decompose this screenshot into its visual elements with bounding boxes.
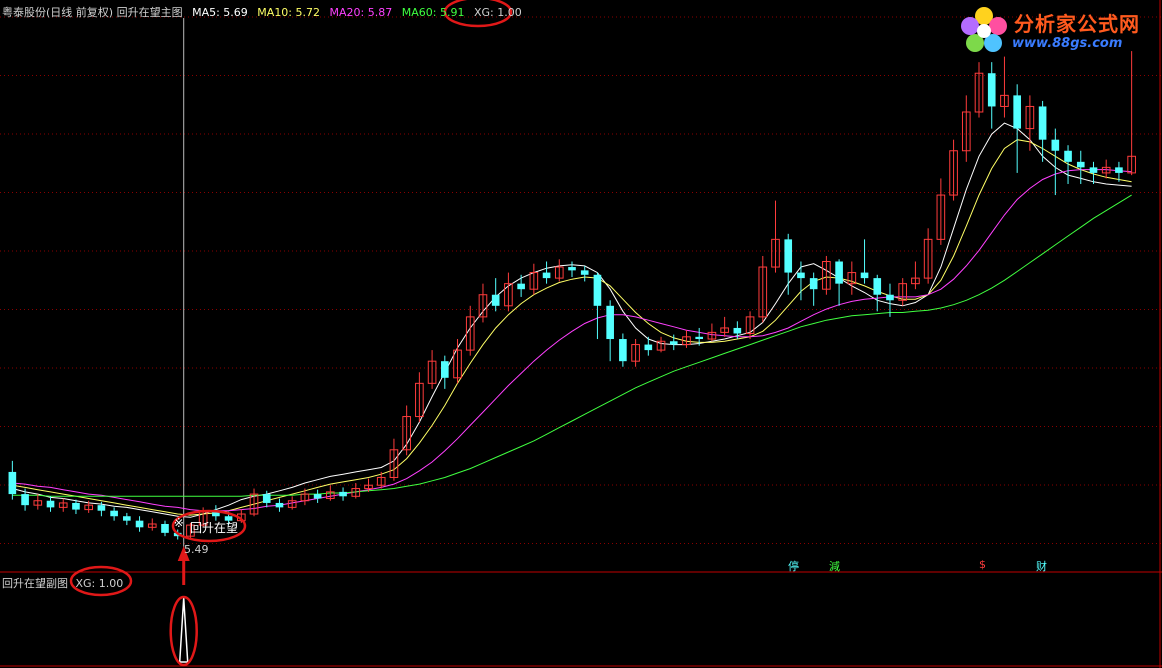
candle-body-down <box>987 73 996 107</box>
candle-body-down <box>97 505 106 511</box>
ma10-value: MA10: 5.72 <box>257 6 321 19</box>
ma-line-ma60 <box>12 194 1132 497</box>
candle-body-down <box>1115 167 1123 173</box>
stop-marker: 停 <box>788 560 799 573</box>
candle-body-down <box>339 491 347 497</box>
chart-title: 粤泰股份(日线 前复权) 回升在望主图 <box>2 6 183 19</box>
candle-body-down <box>568 267 576 271</box>
sub-xg-value: XG: 1.00 <box>75 577 124 590</box>
candle-body-down <box>491 294 500 306</box>
candle-body-down <box>1013 95 1021 129</box>
candle-body-down <box>644 344 653 351</box>
xg-value: XG: 1.00 <box>473 6 522 19</box>
candle-body-down <box>313 494 322 499</box>
candle-body-down <box>669 341 678 345</box>
sub-chart-title: 回升在望副图 <box>2 577 68 590</box>
site-logo: 分析家公式网 www.88gs.com <box>956 4 1156 56</box>
candle-body-down <box>72 502 80 510</box>
wealth-marker: 财 <box>1036 560 1047 573</box>
candle-body-down <box>1051 139 1060 151</box>
signal-label: 回升在望 <box>190 521 239 535</box>
candle-body-down <box>1076 161 1085 168</box>
ma60-value: MA60: 5.91 <box>401 6 465 19</box>
candle-body-down <box>733 327 742 334</box>
candle-body-down <box>440 361 449 378</box>
candle-body-down <box>1064 150 1072 162</box>
annotations: ※ <box>69 0 513 667</box>
candle-body-down <box>262 494 271 503</box>
candle-body-down <box>1038 106 1047 140</box>
candle-body-down <box>8 471 17 495</box>
xg-signal-spike <box>178 597 189 663</box>
candle-body-down <box>580 270 589 275</box>
candle-body-down <box>21 494 29 506</box>
reduce-marker: 減 <box>829 560 840 573</box>
kline-chart[interactable]: ※ <box>0 0 1162 668</box>
price-grid <box>0 0 1162 668</box>
candle-body-down <box>860 272 869 279</box>
low-price-label: 5.49 <box>184 543 209 556</box>
signal-star-icon: ※ <box>174 516 184 530</box>
candle-body-down <box>886 294 894 301</box>
candle-body-down <box>135 520 144 528</box>
candle-body-down <box>593 274 602 306</box>
candle-body-down <box>835 261 843 284</box>
candle-body-down <box>123 516 131 521</box>
ma-line-ma5 <box>12 122 1132 518</box>
candle-body-down <box>275 502 284 508</box>
candle-body-down <box>1089 167 1098 173</box>
ma20-value: MA20: 5.87 <box>329 6 393 19</box>
ma5-value: MA5: 5.69 <box>192 6 248 19</box>
candle-body-down <box>606 305 614 340</box>
flower-logo-icon <box>961 7 1007 52</box>
candle-body-down <box>809 278 818 290</box>
candle-body-down <box>517 283 525 290</box>
candle-body-down <box>110 510 118 517</box>
dollar-marker: $ <box>979 558 986 571</box>
candle-body-down <box>797 272 805 279</box>
candlestick-series <box>8 51 1136 540</box>
ma-line-ma20 <box>12 169 1132 512</box>
logo-text: 分析家公式网 <box>1014 12 1140 36</box>
candle-body-down <box>542 272 551 279</box>
candle-body-down <box>695 336 704 340</box>
candle-body-down <box>161 523 169 533</box>
candle-body-down <box>619 339 627 362</box>
logo-url: www.88gs.com <box>1012 36 1123 51</box>
sub-chart-header: 回升在望副图 XG: 1.00 <box>2 575 123 591</box>
candle-body-down <box>873 278 882 295</box>
sub-chart-pane <box>178 597 189 663</box>
candle-body-down <box>784 239 793 273</box>
main-chart-header: 粤泰股份(日线 前复权) 回升在望主图 MA5: 5.69 MA10: 5.72… <box>2 4 528 20</box>
moving-average-lines <box>12 122 1132 518</box>
candle-body-down <box>46 500 55 508</box>
